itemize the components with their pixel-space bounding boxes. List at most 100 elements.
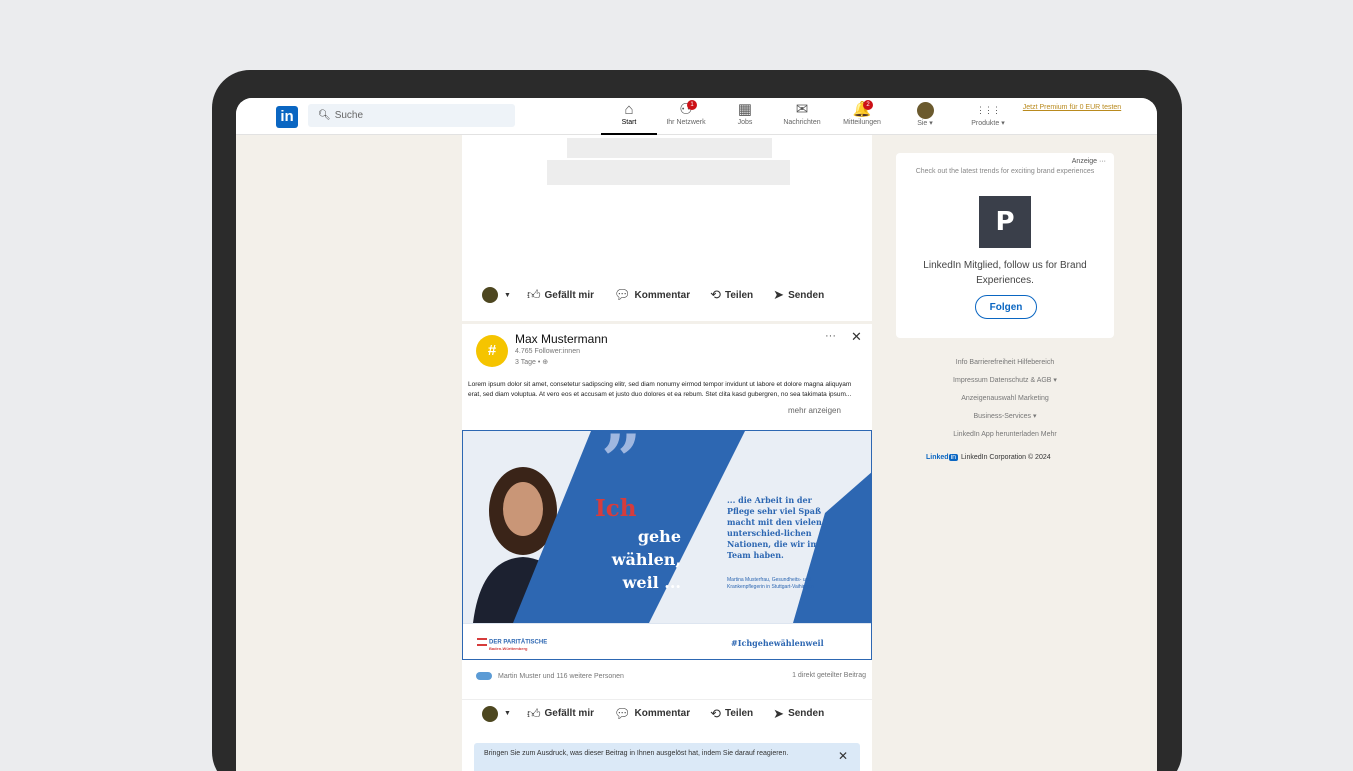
search-icon: 🔍︎ xyxy=(318,110,331,121)
copyright-logo-box: in xyxy=(948,454,959,461)
like-button[interactable]: 👍︎ Gefällt mir xyxy=(527,706,594,722)
nav-me[interactable]: Sie ▾ xyxy=(897,101,953,127)
nav-products-label: Produkte ▾ xyxy=(971,120,1005,127)
image-quote-author: Martina Musterfrau, Gesundheits- und Kra… xyxy=(727,577,814,590)
briefcase-icon: ▦ xyxy=(737,101,753,118)
headline-line: gehe xyxy=(637,527,681,546)
shares-count[interactable]: 1 direkt geteilter Beitrag xyxy=(792,672,866,679)
send-icon: ➤ xyxy=(773,287,785,302)
ad-tagline: Check out the latest trends for exciting… xyxy=(915,168,1095,175)
comment-label: Kommentar xyxy=(634,708,691,719)
message-icon: ✉ xyxy=(795,101,809,118)
send-icon: ➤ xyxy=(773,705,785,721)
image-quote: ... die Arbeit in der Pflege sehr viel S… xyxy=(727,495,822,560)
brand-logo[interactable]: P xyxy=(979,196,1031,248)
chevron-down-icon[interactable]: ▼ xyxy=(504,710,511,717)
send-button[interactable]: ➤ Senden xyxy=(773,287,824,303)
share-button[interactable]: ⟲ Teilen xyxy=(710,287,753,303)
network-badge: 1 xyxy=(687,100,697,110)
action-bar: ▼ 👍︎ Gefällt mir 💬︎ Kommentar ⟲ Teilen ➤ Sen… xyxy=(462,699,872,727)
org-logo-mark xyxy=(477,638,487,646)
nav-notifications[interactable]: 🔔 2 Mitteilungen xyxy=(834,100,890,126)
sidebar-ad-card: Anzeige ··· Check out the latest trends … xyxy=(896,153,1114,338)
image-hashtag: #Ichgehewählenweil xyxy=(731,638,824,648)
comment-button[interactable]: 💬︎ Kommentar xyxy=(614,287,690,303)
share-label: Teilen xyxy=(725,289,754,301)
me-avatar xyxy=(916,102,934,119)
send-label: Senden xyxy=(788,708,825,719)
notice-text: Bringen Sie zum Ausdruck, was dieser Bei… xyxy=(484,750,789,757)
chevron-down-icon[interactable]: ▼ xyxy=(504,292,511,299)
footer-link-row[interactable]: LinkedIn App herunterladen Mehr xyxy=(896,426,1114,444)
linkedin-logo[interactable]: in xyxy=(276,106,298,128)
portrait-face xyxy=(503,482,543,536)
author-name[interactable]: Max Mustermann xyxy=(515,332,608,346)
repost-icon: ⟲ xyxy=(710,287,721,302)
follow-button[interactable]: Folgen xyxy=(975,295,1037,319)
reaction-notice: Bringen Sie zum Ausdruck, was dieser Bei… xyxy=(474,743,860,771)
nav-home[interactable]: ⌂ Start xyxy=(601,101,657,135)
feed-card-loading: ▼ 👍︎ Gefällt mir 💬︎ Kommentar ⟲ Teilen ➤ Sen… xyxy=(462,135,872,321)
footer-link-row[interactable]: Business-Services ▾ xyxy=(896,408,1114,426)
avatar xyxy=(897,101,953,119)
post-time: 3 Tage • ⊕ xyxy=(515,359,549,366)
share-button[interactable]: ⟲ Teilen xyxy=(710,706,753,722)
network-icon: ⚇ 1 xyxy=(658,100,714,119)
nav-me-label: Sie ▾ xyxy=(917,120,933,127)
ad-label[interactable]: Anzeige ··· xyxy=(1072,158,1106,165)
show-more-link[interactable]: mehr anzeigen xyxy=(788,406,841,415)
bell-icon: 🔔 2 xyxy=(834,100,890,119)
screen: in 🔍︎ Suche ⌂ Start ⚇ 1 Ihr Netzwerk ▦ Job… xyxy=(236,98,1157,771)
share-label: Teilen xyxy=(725,708,754,719)
nav-network[interactable]: ⚇ 1 Ihr Netzwerk xyxy=(658,100,714,126)
nav-products[interactable]: ⋮⋮⋮ Produkte ▾ xyxy=(960,101,1016,127)
comment-label: Kommentar xyxy=(634,289,691,301)
tablet-frame: in 🔍︎ Suche ⌂ Start ⚇ 1 Ihr Netzwerk ▦ Job… xyxy=(212,70,1182,771)
author-avatar[interactable]: # xyxy=(476,335,508,367)
post-text: Lorem ipsum dolor sit amet, consetetur s… xyxy=(468,381,852,398)
org-logo: DER PARITÄTISCHE Baden-Württemberg xyxy=(477,638,547,651)
thumbs-up-icon: 👍︎ xyxy=(526,705,541,721)
skeleton-line xyxy=(547,160,790,185)
actor-avatar[interactable] xyxy=(482,705,498,722)
footer-link-row[interactable]: Impressum Datenschutz & AGB ▾ xyxy=(896,372,1114,390)
premium-link[interactable]: Jetzt Premium für 0 EUR testen xyxy=(1022,103,1122,113)
nav-notifications-label: Mitteilungen xyxy=(843,119,881,126)
like-button[interactable]: 👍︎ Gefällt mir xyxy=(527,287,594,303)
copyright: Linked in LinkedIn Corporation © 2024 xyxy=(926,454,1051,461)
author-followers: 4.765 Follower:innen xyxy=(515,348,580,355)
thumbs-up-icon: 👍︎ xyxy=(526,287,541,302)
footer-links: Info Barrierefreiheit Hilfebereich Impre… xyxy=(896,354,1114,444)
post-image[interactable]: ” Ich gehe wählen, weil ... ... die Arbe… xyxy=(462,430,872,660)
reaction-icons[interactable] xyxy=(476,672,492,680)
close-icon[interactable]: ✕ xyxy=(851,329,862,345)
copyright-brand: Linked xyxy=(926,454,949,461)
image-footer: DER PARITÄTISCHE Baden-Württemberg #Ichge… xyxy=(463,623,871,659)
footer-link-row[interactable]: Anzeigenauswahl Marketing xyxy=(896,390,1114,408)
reactions-count[interactable]: Martin Muster und 116 weitere Personen xyxy=(498,673,624,680)
send-label: Senden xyxy=(788,289,825,301)
like-label: Gefällt mir xyxy=(544,289,594,301)
comment-icon: 💬︎ xyxy=(614,705,631,721)
ad-member-text: LinkedIn Mitglied, follow us for Brand E… xyxy=(923,260,1087,286)
actor-avatar[interactable] xyxy=(482,287,498,303)
nav-jobs[interactable]: ▦ Jobs xyxy=(717,101,773,126)
nav-messages[interactable]: ✉ Nachrichten xyxy=(774,101,830,126)
headline-line: wählen, xyxy=(611,550,681,569)
footer-link-row[interactable]: Info Barrierefreiheit Hilfebereich xyxy=(896,354,1114,372)
home-icon: ⌂ xyxy=(624,101,634,118)
feed-post: # Max Mustermann 4.765 Follower:innen 3 … xyxy=(462,324,872,771)
action-bar: ▼ 👍︎ Gefällt mir 💬︎ Kommentar ⟲ Teilen ➤ Sen… xyxy=(462,281,872,309)
more-options-icon[interactable]: ··· xyxy=(825,330,836,342)
send-button[interactable]: ➤ Senden xyxy=(773,706,824,722)
repost-icon: ⟲ xyxy=(710,705,721,721)
skeleton-line xyxy=(567,138,772,158)
headline-lines: gehe wählen, weil ... xyxy=(591,525,681,594)
comment-icon: 💬︎ xyxy=(614,287,631,302)
nav-network-label: Ihr Netzwerk xyxy=(666,119,706,126)
close-icon[interactable]: ✕ xyxy=(838,750,848,762)
reactions-row: Martin Muster und 116 weitere Personen 1… xyxy=(476,672,866,680)
comment-button[interactable]: 💬︎ Kommentar xyxy=(614,706,690,722)
search-input[interactable]: 🔍︎ Suche xyxy=(308,104,515,127)
org-name: DER PARITÄTISCHE xyxy=(489,639,548,646)
